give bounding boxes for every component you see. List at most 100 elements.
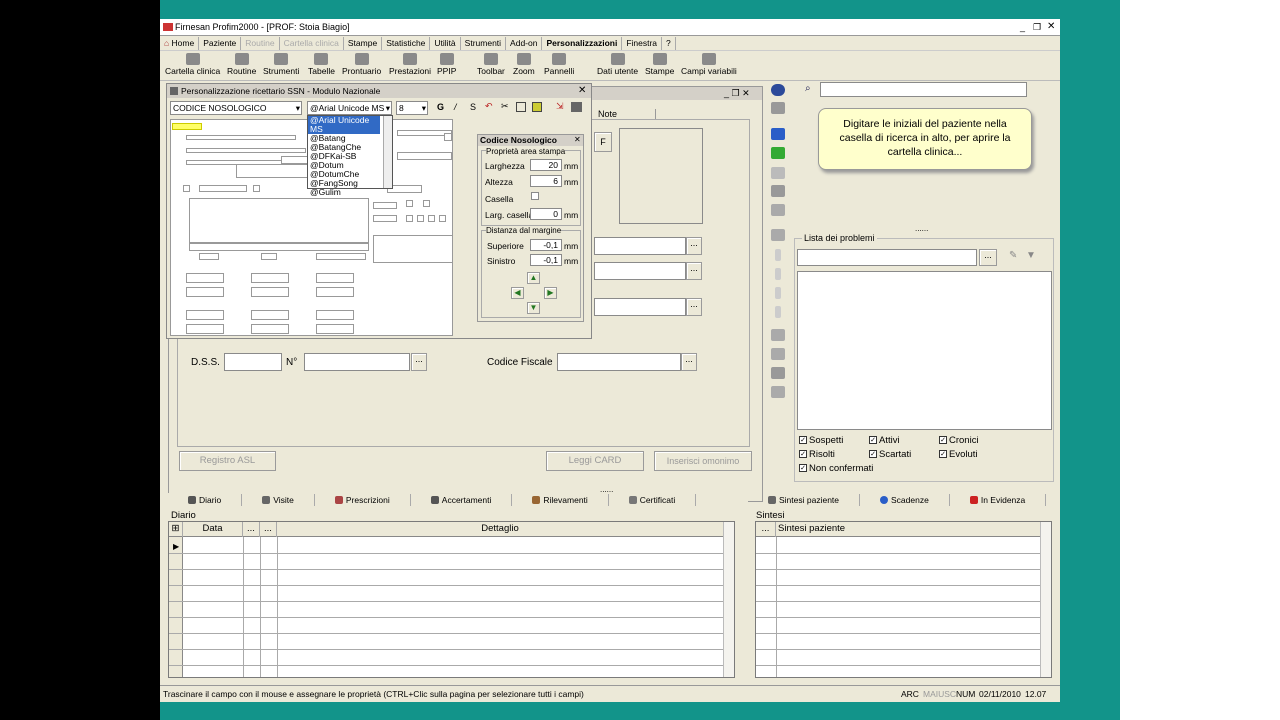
field-c-ellipsis[interactable]: ... [686, 298, 702, 316]
menu-cartella-clinica[interactable]: Cartella clinica [280, 36, 344, 50]
move-up-button[interactable]: ▲ [527, 272, 540, 284]
tb-pannelli[interactable]: Pannelli [544, 53, 574, 76]
menu-stampe[interactable]: Stampe [344, 36, 383, 50]
delete-icon[interactable] [771, 204, 785, 216]
n-ellipsis[interactable]: ... [411, 353, 427, 371]
tb-zoom[interactable]: Zoom [513, 53, 535, 76]
tab-rilevamenti[interactable]: Rilevamenti [512, 493, 609, 506]
tab-accertamenti[interactable]: Accertamenti [411, 493, 513, 506]
larg-casella-input[interactable]: 0 [530, 208, 562, 220]
tb-ppip[interactable]: PPIP [437, 53, 456, 76]
info-icon[interactable] [771, 84, 785, 96]
tb-toolbar[interactable]: Toolbar [477, 53, 505, 76]
field-b[interactable] [594, 262, 686, 280]
field-select[interactable]: CODICE NOSOLOGICO ▾ [170, 101, 302, 115]
menu-help[interactable]: ? [662, 36, 676, 50]
tab-scadenze[interactable]: Scadenze [860, 493, 950, 506]
problems-list[interactable] [797, 271, 1052, 430]
casella-checkbox[interactable] [531, 192, 539, 200]
form-controls[interactable]: _ ❐ ✕ [724, 88, 750, 99]
restore-button[interactable]: ❐ [1033, 22, 1041, 33]
check-icon[interactable] [771, 147, 785, 159]
strike-icon[interactable]: S [470, 102, 476, 112]
sintesi-grid[interactable]: ... Sintesi paziente [755, 521, 1052, 678]
undo-icon[interactable]: ↶ [485, 101, 493, 112]
registro-asl-button[interactable]: Registro ASL [179, 451, 276, 471]
print-icon[interactable] [771, 367, 785, 379]
problems-filter-ellipsis[interactable]: ... [979, 249, 997, 266]
align-icon[interactable] [532, 102, 542, 112]
move-down-button[interactable]: ▼ [527, 302, 540, 314]
minimize-button[interactable]: _ [1020, 22, 1025, 32]
tb-campi-variabili[interactable]: Campi variabili [681, 53, 737, 76]
field-a[interactable] [594, 237, 686, 255]
select-icon[interactable]: ⇲ [556, 101, 564, 112]
last-icon[interactable] [775, 306, 781, 318]
binoculars-icon[interactable]: ⌕ [805, 83, 811, 94]
tab-visite[interactable]: Visite [242, 493, 315, 506]
menu-home[interactable]: ⌂ Home [160, 36, 200, 50]
first-icon[interactable] [775, 249, 781, 261]
check-evoluti[interactable]: ✓ Evoluti [939, 449, 978, 460]
cf-field[interactable] [557, 353, 681, 371]
star-edit-icon[interactable] [771, 348, 785, 360]
menu-statistiche[interactable]: Statistiche [382, 36, 431, 50]
panel-icon[interactable] [771, 386, 785, 398]
font-select[interactable]: @Arial Unicode MS ▾ [307, 101, 392, 115]
menu-strumenti[interactable]: Strumenti [461, 36, 507, 50]
star-icon[interactable] [771, 329, 785, 341]
dropdown-scrollbar[interactable] [383, 116, 392, 188]
col-data[interactable]: Data [183, 522, 243, 537]
sintesi-scrollbar[interactable] [1040, 522, 1051, 677]
tb-dati-utente[interactable]: Dati utente [597, 53, 638, 76]
check-attivi[interactable]: ✓ Attivi [869, 435, 900, 446]
selected-field[interactable] [172, 123, 202, 130]
sintesi-col-dots[interactable]: ... [756, 522, 776, 537]
dialog-close-button[interactable]: ✕ [578, 85, 586, 96]
dss-field[interactable] [224, 353, 282, 371]
problems-filter-input[interactable] [797, 249, 977, 266]
tab-in-evidenza[interactable]: In Evidenza [950, 493, 1047, 506]
f-button[interactable]: F [594, 132, 612, 152]
tb-strumenti[interactable]: Strumenti [263, 53, 299, 76]
layout-icon[interactable] [516, 102, 526, 112]
check-sospetti[interactable]: ✓ Sospetti [799, 435, 843, 446]
properties-close-icon[interactable]: ✕ [574, 135, 581, 144]
tb-cartella-clinica[interactable]: Cartella clinica [165, 53, 220, 76]
note-tab[interactable]: Note [598, 109, 656, 119]
tab-prescrizioni[interactable]: Prescrizioni [315, 493, 411, 506]
font-option[interactable]: @Gulim [308, 188, 392, 197]
cut-icon[interactable]: ✂ [501, 101, 509, 112]
superiore-input[interactable]: -0,1 [530, 239, 562, 251]
copy-icon[interactable] [771, 185, 785, 197]
splitter-dots[interactable]: ...... [915, 224, 928, 233]
italic-icon[interactable]: / [454, 102, 457, 112]
prev-icon[interactable] [775, 268, 781, 280]
menu-finestra[interactable]: Finestra [622, 36, 663, 50]
tb-tabelle[interactable]: Tabelle [308, 53, 335, 76]
col-dettaglio[interactable]: Dettaglio [277, 522, 724, 537]
inserisci-omonimo-button[interactable]: Inserisci omonimo [654, 451, 752, 471]
tab-diario[interactable]: Diario [168, 493, 243, 506]
tab-certificati[interactable]: Certificati [609, 493, 697, 506]
menu-paziente[interactable]: Paziente [199, 36, 242, 50]
close-button[interactable]: ✕ [1047, 21, 1055, 32]
menu-utilita[interactable]: Utilità [430, 36, 461, 50]
diario-scrollbar[interactable] [723, 522, 734, 677]
diario-grid[interactable]: ⊞ Data ... ... Dettaglio ▶ [168, 521, 735, 678]
bold-icon[interactable]: G [437, 102, 444, 112]
altezza-input[interactable]: 6 [530, 175, 562, 187]
field-a-ellipsis[interactable]: ... [686, 237, 702, 255]
font-option[interactable]: @Arial Unicode MS [308, 116, 380, 134]
leggi-card-button[interactable]: Leggi CARD [546, 451, 644, 471]
col-dots-1[interactable]: ... [243, 522, 260, 537]
tb-prontuario[interactable]: Prontuario [342, 53, 381, 76]
document-icon[interactable] [771, 102, 785, 114]
check-risolti[interactable]: ✓ Risolti [799, 449, 835, 460]
check-non-confermati[interactable]: ✓ Non confermati [799, 463, 873, 474]
size-select[interactable]: 8 ▾ [396, 101, 428, 115]
check-scartati[interactable]: ✓ Scartati [869, 449, 911, 460]
n-field[interactable] [304, 353, 410, 371]
back-icon[interactable] [771, 128, 785, 140]
font-dropdown-list[interactable]: @Arial Unicode MS @Batang @BatangChe @DF… [307, 115, 393, 197]
